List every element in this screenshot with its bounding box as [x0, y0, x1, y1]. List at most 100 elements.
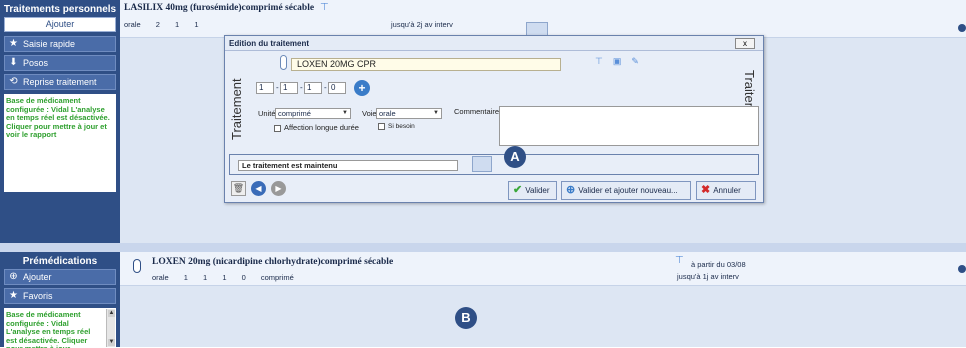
drug-dosage: orale 2 1 1: [124, 20, 211, 29]
drug-name: LOXEN 20mg (nicardipine chlorhydrate)com…: [152, 257, 394, 267]
filter-icon[interactable]: ⊤: [675, 255, 684, 266]
next-icon[interactable]: ▶: [271, 181, 286, 196]
personal-treatments-sidebar: Traitements personnels Ajouter ★ Saisie …: [0, 0, 120, 243]
quick-entry-label: Saisie rapide: [23, 39, 76, 49]
checkbox[interactable]: [378, 123, 385, 130]
note-text: Base de médicament configurée : Vidal L'…: [6, 310, 91, 348]
route-label: Voie: [362, 109, 377, 118]
edit-treatment-dialog: Edition du traitement x Traitement Trait…: [224, 35, 764, 203]
unit: comprimé: [260, 273, 294, 282]
posos-button[interactable]: ⬇ Posos: [4, 55, 116, 71]
quick-entry-button[interactable]: ★ Saisie rapide: [4, 36, 116, 52]
reset-icon: ⟲: [9, 76, 18, 87]
chevron-down-icon: ▼: [342, 110, 348, 116]
premed-row[interactable]: LOXEN 20mg (nicardipine chlorhydrate)com…: [120, 252, 966, 286]
chevron-down-icon: ▼: [433, 110, 439, 116]
medication-field[interactable]: LOXEN 20MG CPR: [291, 58, 561, 71]
add-button[interactable]: Ajouter: [4, 17, 116, 32]
row-menu-icon[interactable]: [958, 265, 966, 273]
route-select[interactable]: orale ▼: [376, 108, 442, 119]
status-bar: Le traitement est maintenu: [229, 154, 759, 175]
dose-separator: -: [300, 83, 303, 92]
dose-1: 1: [183, 273, 188, 282]
add-dose-button[interactable]: +: [354, 80, 370, 96]
as-needed-checkbox[interactable]: Si besoin: [378, 123, 415, 130]
close-button[interactable]: x: [735, 38, 755, 49]
add-premed-button[interactable]: ⊕ Ajouter: [4, 269, 116, 285]
scroll-up-icon[interactable]: ▲: [108, 310, 115, 317]
dose-separator: -: [276, 83, 279, 92]
download-icon: ⬇: [9, 57, 18, 68]
dose-night-input[interactable]: 0: [328, 82, 346, 94]
unit-label: Unité: [258, 109, 276, 118]
dose-2: 1: [175, 20, 180, 29]
affection-checkbox[interactable]: Affection longue durée: [274, 123, 359, 132]
dose-2: 1: [203, 273, 208, 282]
cancel-button[interactable]: ✖ Annuler: [696, 181, 756, 200]
dose-separator: -: [324, 83, 327, 92]
dose-3: 1: [194, 20, 199, 29]
dialog-title: Edition du traitement: [225, 36, 763, 51]
dose-evening-input[interactable]: 1: [304, 82, 322, 94]
trash-icon[interactable]: 🗑: [231, 181, 246, 196]
validate-and-add-button[interactable]: ⊕ Valider et ajouter nouveau...: [561, 181, 691, 200]
star-icon: ★: [9, 290, 18, 301]
dose-1: 2: [155, 20, 160, 29]
drug-database-note[interactable]: Base de médicament configurée : Vidal L'…: [4, 308, 116, 348]
section-header: Prémédications: [22, 256, 98, 267]
medication-tools: ⊤ ▣ ✎: [595, 56, 639, 67]
resume-treatment-button[interactable]: ⟲ Reprise traitement: [4, 74, 116, 90]
treatment-row[interactable]: LASILIX 40mg (furosémide)comprimé sécabl…: [120, 0, 966, 38]
star-icon: ★: [9, 38, 18, 49]
affection-label: Affection longue durée: [284, 123, 359, 132]
status-toggle-button[interactable]: [472, 156, 492, 172]
scroll-down-icon[interactable]: ▼: [108, 339, 115, 346]
unit-select[interactable]: comprimé ▼: [275, 108, 351, 119]
dose-3: 1: [222, 273, 227, 282]
dose-morning-input[interactable]: 1: [256, 82, 274, 94]
drug-name: LASILIX 40mg (furosémide)comprimé sécabl…: [124, 3, 315, 13]
status-field[interactable]: Le traitement est maintenu: [238, 160, 458, 171]
document-icon[interactable]: ▣: [613, 56, 622, 67]
route: orale: [124, 20, 141, 29]
check-icon: ✔: [513, 184, 523, 196]
resume-treatment-label: Reprise traitement: [23, 77, 97, 87]
dose-4: 0: [241, 273, 246, 282]
marker-a: A: [504, 146, 526, 168]
favorites-label: Favoris: [23, 291, 53, 301]
stop-treatment-button[interactable]: [526, 22, 548, 36]
comment-input[interactable]: [499, 106, 759, 146]
timing: jusqu'à 2j av interv: [391, 20, 453, 29]
checkbox[interactable]: [274, 124, 281, 132]
plus-icon: ⊕: [9, 271, 18, 282]
add-premed-label: Ajouter: [23, 272, 52, 282]
premedications-panel: LOXEN 20mg (nicardipine chlorhydrate)com…: [120, 252, 966, 347]
scrollbar[interactable]: ▲ ▼: [106, 309, 115, 347]
filter-icon[interactable]: ⊤: [320, 2, 329, 13]
posos-label: Posos: [23, 58, 49, 68]
premedications-sidebar: Prémédications ⊕ Ajouter ★ Favoris Base …: [0, 252, 120, 348]
close-icon: ✖: [701, 184, 711, 196]
dose-noon-input[interactable]: 1: [280, 82, 298, 94]
plus-icon: ⊕: [566, 184, 576, 196]
validate-button[interactable]: ✔ Valider: [508, 181, 557, 200]
section-header: Traitements personnels: [3, 4, 117, 15]
marker-b: B: [455, 307, 477, 329]
validate-label: Valider: [525, 186, 550, 195]
until-date: jusqu'à 1j av interv: [677, 272, 739, 281]
as-needed-label: Si besoin: [388, 123, 415, 131]
drug-database-note[interactable]: Base de médicament configurée : Vidal L'…: [4, 94, 116, 192]
comment-label: Commentaire: [454, 107, 500, 116]
favorites-button[interactable]: ★ Favoris: [4, 288, 116, 304]
side-label-left: Traitement: [229, 78, 244, 140]
route-value: orale: [379, 109, 396, 118]
previous-icon[interactable]: ◀: [251, 181, 266, 196]
capsule-icon: [280, 55, 287, 70]
cancel-label: Annuler: [713, 186, 741, 195]
validate-and-add-label: Valider et ajouter nouveau...: [578, 186, 678, 195]
filter-icon[interactable]: ⊤: [595, 56, 603, 67]
row-menu-icon[interactable]: [958, 24, 966, 32]
capsule-icon: [133, 259, 141, 273]
pencil-icon[interactable]: ✎: [631, 56, 639, 67]
route: orale: [152, 273, 169, 282]
